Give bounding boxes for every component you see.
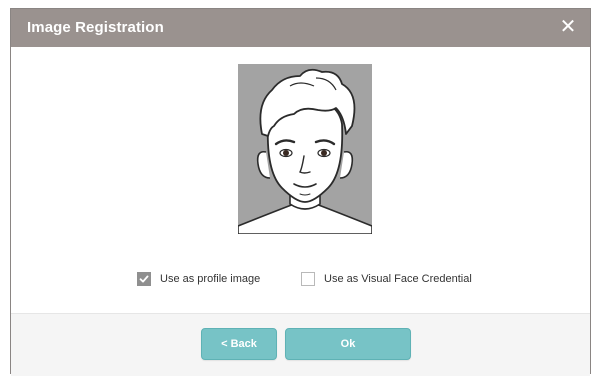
face-illustration <box>238 68 372 234</box>
profile-photo-preview <box>238 64 372 234</box>
dialog-titlebar: Image Registration ✕ <box>11 9 590 47</box>
profile-image-checkbox[interactable] <box>137 272 151 286</box>
checkmark-icon <box>139 275 149 283</box>
dialog-footer: < Back Ok <box>11 313 590 376</box>
image-options: Use as profile image Use as Visual Face … <box>11 269 590 289</box>
face-credential-option[interactable]: Use as Visual Face Credential <box>301 271 472 287</box>
face-credential-label: Use as Visual Face Credential <box>324 273 472 285</box>
image-registration-dialog: Image Registration ✕ Use as profile imag… <box>10 8 591 376</box>
profile-image-label: Use as profile image <box>160 273 261 285</box>
ok-button[interactable]: Ok <box>285 328 411 360</box>
close-icon[interactable]: ✕ <box>558 17 578 37</box>
profile-image-option[interactable]: Use as profile image <box>137 271 260 287</box>
back-button[interactable]: < Back <box>201 328 277 360</box>
face-credential-checkbox[interactable] <box>301 272 315 286</box>
dialog-title: Image Registration <box>27 19 164 36</box>
